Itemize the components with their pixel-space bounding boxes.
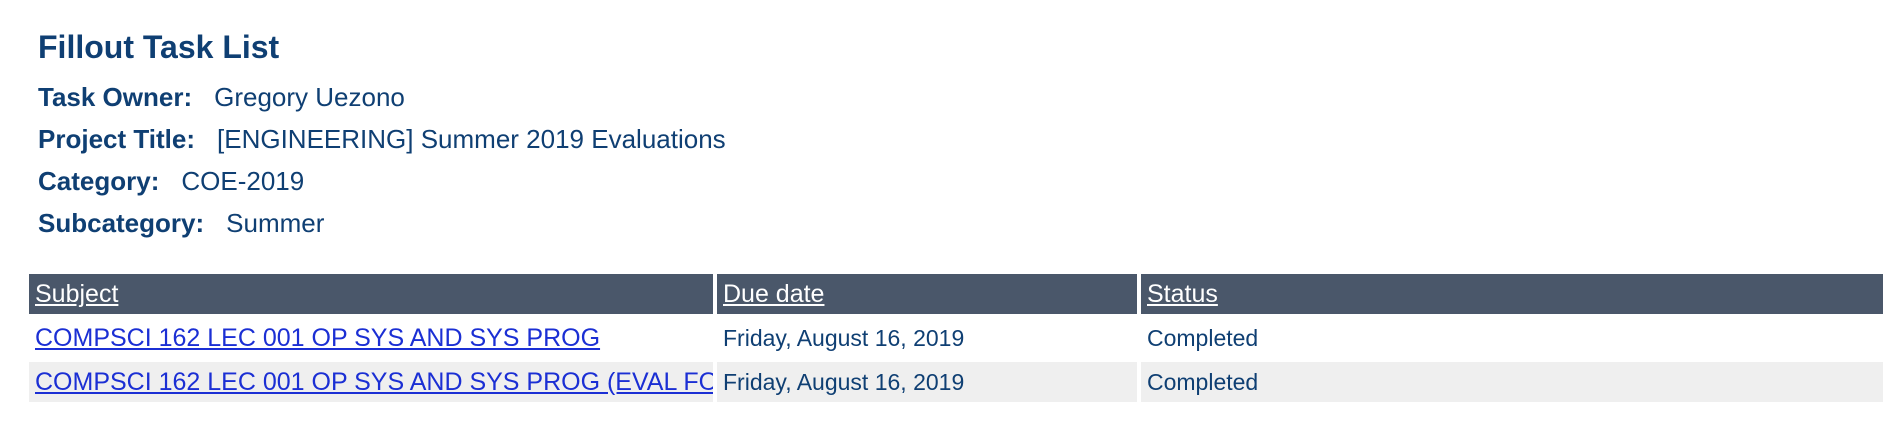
column-header-status: Status <box>1141 274 1883 314</box>
task-owner-label: Task Owner: <box>38 82 193 112</box>
table-row: COMPSCI 162 LEC 001 OP SYS AND SYS PROG … <box>29 318 1883 358</box>
subject-cell: COMPSCI 162 LEC 001 OP SYS AND SYS PROG … <box>29 362 713 402</box>
column-header-subject: Subject <box>29 274 713 314</box>
project-title-row: Project Title: [ENGINEERING] Summer 2019 … <box>38 118 726 160</box>
due-date-cell: Friday, August 16, 2019 <box>717 362 1137 402</box>
category-row: Category: COE-2019 <box>38 160 726 202</box>
task-owner-row: Task Owner: Gregory Uezono <box>38 76 726 118</box>
subcategory-label: Subcategory: <box>38 208 205 238</box>
page-title: Fillout Task List <box>38 29 280 65</box>
task-list-header: Fillout Task List Task Owner: Gregory Uez… <box>38 28 726 244</box>
project-title-label: Project Title: <box>38 124 196 154</box>
status-cell: Completed <box>1141 318 1883 358</box>
sort-by-due-date-link[interactable]: Due date <box>723 280 824 308</box>
task-owner-value: Gregory Uezono <box>214 82 405 112</box>
sort-by-subject-link[interactable]: Subject <box>35 280 118 308</box>
due-date-cell: Friday, August 16, 2019 <box>717 318 1137 358</box>
task-subject-link[interactable]: COMPSCI 162 LEC 001 OP SYS AND SYS PROG <box>35 324 600 352</box>
task-table: Subject Due date Status COMPSCI 162 LEC … <box>25 270 1887 406</box>
status-cell: Completed <box>1141 362 1883 402</box>
sort-by-status-link[interactable]: Status <box>1147 280 1218 308</box>
project-title-value: [ENGINEERING] Summer 2019 Evaluations <box>217 124 726 154</box>
table-row: COMPSCI 162 LEC 001 OP SYS AND SYS PROG … <box>29 362 1883 402</box>
task-subject-link[interactable]: COMPSCI 162 LEC 001 OP SYS AND SYS PROG … <box>35 368 713 396</box>
category-value: COE-2019 <box>181 166 305 196</box>
page: Fillout Task List Task Owner: Gregory Uez… <box>0 0 1894 436</box>
column-header-due-date: Due date <box>717 274 1137 314</box>
subject-cell: COMPSCI 162 LEC 001 OP SYS AND SYS PROG <box>29 318 713 358</box>
category-label: Category: <box>38 166 160 196</box>
subcategory-row: Subcategory: Summer <box>38 202 726 244</box>
table-header-row: Subject Due date Status <box>29 274 1883 314</box>
subcategory-value: Summer <box>226 208 325 238</box>
